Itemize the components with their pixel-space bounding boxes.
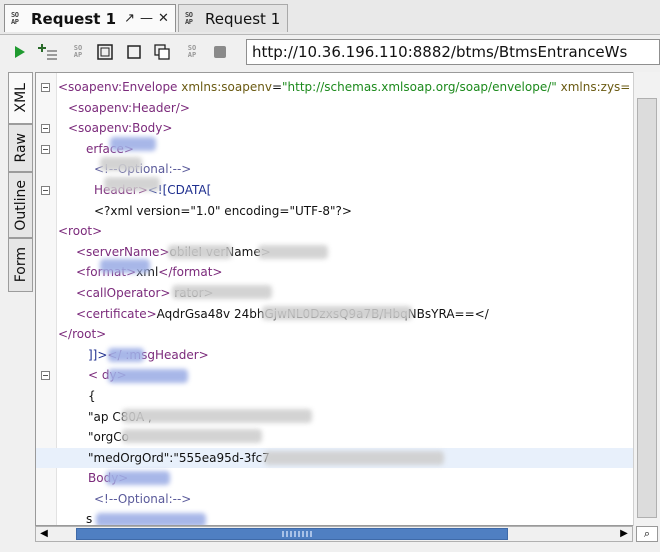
- code-token: <callOperator>: [76, 285, 171, 300]
- code-line[interactable]: <soapenv:Body>: [36, 118, 636, 139]
- scroll-right-icon[interactable]: ▶: [616, 527, 632, 541]
- scroll-left-icon[interactable]: ◀: [36, 527, 52, 541]
- square-icon[interactable]: [124, 42, 144, 62]
- code-line[interactable]: <!--Optional:-->: [36, 489, 636, 510]
- soap-icon: SO AP: [11, 10, 19, 26]
- soap-icon[interactable]: SO AP: [68, 42, 88, 62]
- tab-request-1-active[interactable]: SO AP Request 1 ↗ — ✕: [4, 4, 176, 32]
- horizontal-scroll-thumb[interactable]: [76, 528, 508, 540]
- endpoint-url-field[interactable]: http://10.36.196.110:8882/btms/BtmsEntra…: [246, 39, 660, 65]
- code-token: xmlns:soapenv: [181, 80, 272, 94]
- code-token: =: [271, 80, 283, 94]
- minimize-icon[interactable]: —: [140, 11, 153, 26]
- redaction: [108, 369, 188, 383]
- redaction: [104, 177, 160, 191]
- zoom-icon[interactable]: ⌕: [636, 526, 658, 542]
- tab-outline[interactable]: Outline: [8, 172, 33, 238]
- code-line[interactable]: <?xml version="1.0" encoding="UTF-8"?>: [36, 201, 636, 222]
- editor-view-tabs: XML Raw Outline Form: [8, 72, 34, 292]
- run-icon[interactable]: [10, 42, 30, 62]
- code-token: <!--Optional:-->: [94, 491, 192, 506]
- redaction: [122, 409, 312, 423]
- code-line[interactable]: <soapenv:Envelope xmlns:soapenv="http://…: [36, 77, 636, 98]
- redaction: [258, 245, 328, 259]
- request-toolbar: SO AP SO AP http://10.36.196.110:8882/btms…: [0, 35, 660, 69]
- code-token: "medOrgOrd":"555ea95d-3fc7: [88, 450, 270, 465]
- detach-icon[interactable]: ↗: [124, 11, 135, 26]
- code-line[interactable]: <callOperator> rator>: [36, 283, 636, 304]
- code-token: {: [88, 388, 96, 403]
- redaction: [168, 245, 232, 259]
- code-line[interactable]: </root>: [36, 324, 636, 345]
- window-icon[interactable]: [95, 42, 115, 62]
- code-token: AqdrGsa48v: [156, 306, 231, 321]
- redaction: [122, 429, 262, 443]
- code-token: <soapenv:Body>: [68, 121, 173, 136]
- code-token: "http://schemas.xmlsoap.org/soap/envelop…: [282, 80, 557, 94]
- tab-xml[interactable]: XML: [8, 72, 33, 124]
- horizontal-scrollbar[interactable]: ◀ ▶: [35, 526, 633, 542]
- code-token: </root>: [58, 327, 107, 342]
- code-line[interactable]: {: [36, 386, 636, 407]
- add-line-icon[interactable]: [38, 42, 58, 62]
- code-token: s: [86, 512, 93, 526]
- request-tab-strip: SO AP Request 1 ↗ — ✕ SO AP Request 1: [0, 0, 660, 35]
- redaction: [110, 137, 156, 151]
- code-line[interactable]: <soapenv:Header/>: [36, 98, 636, 119]
- vertical-scroll-thumb[interactable]: [637, 98, 657, 518]
- soap-icon: SO AP: [185, 10, 193, 26]
- close-icon[interactable]: ✕: [158, 11, 169, 26]
- code-token: xmlns:zys=: [560, 80, 631, 94]
- redaction: [96, 513, 206, 525]
- code-token: "ap: [88, 409, 109, 424]
- tab-request-1[interactable]: SO AP Request 1: [178, 4, 288, 32]
- code-token: <soapenv:Envelope: [58, 80, 182, 94]
- tab-label: Request 1: [31, 9, 117, 28]
- redaction: [262, 306, 412, 320]
- soap-icon[interactable]: SO AP: [182, 42, 202, 62]
- redaction: [106, 471, 170, 485]
- vertical-scrollbar[interactable]: [633, 72, 660, 526]
- redaction: [264, 451, 444, 465]
- redaction: [108, 348, 144, 362]
- code-token: <soapenv:Header/>: [68, 100, 190, 115]
- redaction: [100, 157, 142, 171]
- redaction: [172, 285, 272, 299]
- tab-form[interactable]: Form: [8, 238, 33, 292]
- tab-raw[interactable]: Raw: [8, 124, 33, 172]
- code-token: <: [88, 368, 99, 383]
- clone-icon[interactable]: [152, 42, 172, 62]
- code-token: <certificate>: [76, 306, 157, 321]
- redaction: [100, 259, 150, 273]
- stop-icon[interactable]: [210, 42, 230, 62]
- code-token: <?xml version="1.0" encoding="UTF-8"?>: [94, 203, 352, 218]
- xml-editor[interactable]: <soapenv:Envelope xmlns:soapenv="http://…: [35, 72, 660, 526]
- code-token: </format>: [158, 265, 223, 280]
- code-token: <root>: [58, 224, 103, 239]
- tab-label: Request 1: [205, 9, 281, 28]
- code-token: <serverName>: [76, 244, 170, 259]
- code-line[interactable]: <root>: [36, 221, 636, 242]
- code-token: ]]>: [88, 347, 108, 362]
